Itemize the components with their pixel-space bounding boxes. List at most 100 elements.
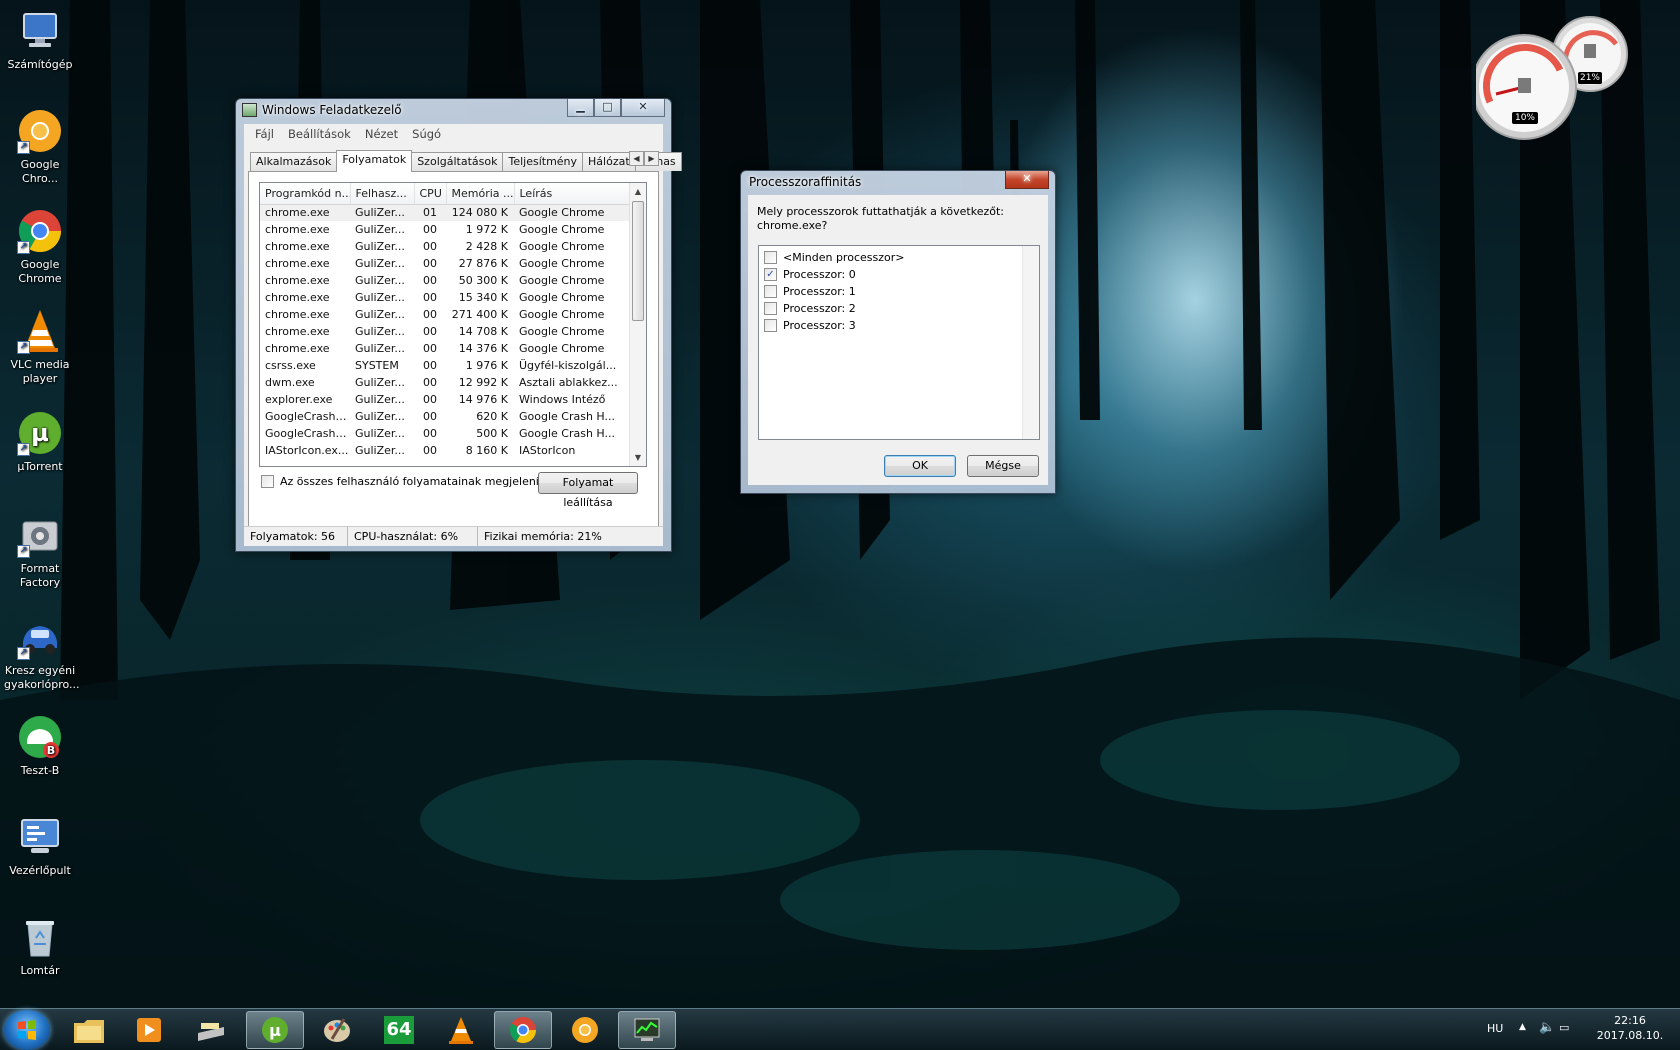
- processor-checkbox[interactable]: Processzor: 1: [759, 283, 1039, 300]
- checkbox-box[interactable]: [764, 285, 777, 298]
- column-header-image-name[interactable]: Programkód n...: [260, 183, 351, 205]
- checkbox-box[interactable]: [764, 251, 777, 264]
- desktop-icon-recycle-bin[interactable]: Lomtár: [4, 914, 76, 978]
- show-hidden-icons-icon[interactable]: ▲: [1519, 1022, 1526, 1032]
- clock[interactable]: 22:16 2017.08.10.: [1590, 1013, 1670, 1043]
- taskbar-chrome-canary[interactable]: [556, 1011, 614, 1049]
- menu-options[interactable]: Beállítások: [281, 124, 358, 144]
- table-row[interactable]: chrome.exe GuliZer... 00 27 876 K Google Chr…: [260, 255, 630, 272]
- taskbar-scanner[interactable]: [182, 1011, 240, 1049]
- table-row[interactable]: chrome.exe GuliZer... 01 124 080 K Google Ch…: [260, 204, 630, 221]
- cell-cpu: 00: [423, 223, 437, 236]
- affinity-titlebar[interactable]: Processzoraffinitás ✕: [741, 171, 1055, 195]
- cell-cpu: 00: [423, 274, 437, 287]
- dialog-close-button[interactable]: ✕: [1005, 171, 1049, 189]
- tab-performance[interactable]: Teljesítmény: [502, 152, 584, 171]
- media-player-icon: [137, 1018, 161, 1042]
- start-button[interactable]: [4, 1010, 50, 1050]
- cell-description: Google Chrome: [519, 257, 605, 270]
- column-header-memory[interactable]: Memória ...: [446, 183, 515, 205]
- desktop-icon-chrome[interactable]: ↗ Google Chrome: [4, 208, 76, 286]
- menu-help[interactable]: Súgó: [405, 124, 448, 144]
- desktop-icon-control-panel[interactable]: Vezérlőpult: [4, 814, 76, 878]
- scrollbar-thumb[interactable]: [632, 201, 644, 321]
- table-row[interactable]: dwm.exe GuliZer... 00 12 992 K Asztali ablak…: [260, 374, 630, 391]
- cell-description: IAStorIcon: [519, 444, 576, 457]
- ok-button[interactable]: OK: [884, 455, 956, 477]
- desktop-icon-vlc[interactable]: ↗ VLC media player: [4, 308, 76, 386]
- car-icon: ↗: [17, 614, 63, 660]
- all-processors-checkbox[interactable]: <Minden processzor>: [759, 249, 1039, 266]
- column-header-user[interactable]: Felhasz...: [350, 183, 415, 205]
- checkbox-box[interactable]: [764, 319, 777, 332]
- menu-view[interactable]: Nézet: [358, 124, 405, 144]
- desktop-icon-chrome-canary[interactable]: ↗ Google Chro...: [4, 108, 76, 186]
- table-row[interactable]: chrome.exe GuliZer... 00 2 428 K Google Chro…: [260, 238, 630, 255]
- checkbox-box[interactable]: [261, 475, 274, 488]
- desktop-icon-format-factory[interactable]: ↗ Format Factory: [4, 512, 76, 590]
- language-indicator[interactable]: HU: [1487, 1022, 1503, 1035]
- table-row[interactable]: chrome.exe GuliZer... 00 14 708 K Google Chr…: [260, 323, 630, 340]
- network-icon[interactable]: ▭: [1559, 1021, 1569, 1034]
- cell-description: Google Chrome: [519, 240, 605, 253]
- table-row[interactable]: explorer.exe GuliZer... 00 14 976 K Windows …: [260, 391, 630, 408]
- volume-icon[interactable]: 🔈: [1539, 1020, 1555, 1035]
- scroll-up-icon[interactable]: ▲: [630, 183, 646, 200]
- desktop-icon-kresz[interactable]: ↗ Kresz egyéni gyakorlópro...: [4, 614, 80, 692]
- desktop-icon-utorrent[interactable]: µ ↗ µTorrent: [4, 410, 76, 474]
- tab-applications[interactable]: Alkalmazások: [250, 152, 338, 171]
- table-row[interactable]: chrome.exe GuliZer... 00 15 340 K Google Chr…: [260, 289, 630, 306]
- taskbar-task-manager[interactable]: [618, 1011, 676, 1049]
- processor-affinity-dialog[interactable]: Processzoraffinitás ✕ Mely processzorok …: [740, 170, 1056, 494]
- desktop-icon-computer[interactable]: Számítógép: [4, 8, 76, 72]
- tab-processes[interactable]: Folyamatok: [336, 150, 413, 172]
- tab-scroll-right-icon[interactable]: ▶: [644, 151, 659, 166]
- table-row[interactable]: GoogleCrashH... GuliZer... 00 500 K Google C…: [260, 425, 630, 442]
- cpu-meter-gadget[interactable]: 10% 21%: [1471, 14, 1642, 144]
- maximize-button[interactable]: □: [594, 99, 621, 117]
- column-header-cpu[interactable]: CPU: [414, 183, 447, 205]
- table-row[interactable]: csrss.exe SYSTEM 00 1 976 K Ügyfél-kiszolgál…: [260, 357, 630, 374]
- processor-list[interactable]: <Minden processzor> ✓ Processzor: 0 Process…: [758, 245, 1040, 440]
- cell-memory: 27 876 K: [458, 257, 508, 270]
- taskbar-explorer[interactable]: [60, 1011, 118, 1049]
- task-manager-window[interactable]: Windows Feladatkezelő ▁ □ ✕ Fájl Beállít…: [235, 98, 682, 552]
- taskbar-media-player[interactable]: [120, 1011, 178, 1049]
- tab-container: Alkalmazások Folyamatok Szolgáltatások T…: [244, 144, 682, 532]
- taskbar-paint[interactable]: [308, 1011, 366, 1049]
- process-list-scrollbar[interactable]: ▲ ▼: [629, 183, 646, 466]
- table-row[interactable]: GoogleCrashH... GuliZer... 00 620 K Google C…: [260, 408, 630, 425]
- process-list[interactable]: Programkód n... Felhasz... CPU Memória .…: [259, 182, 647, 467]
- table-row[interactable]: chrome.exe GuliZer... 00 271 400 K Google Ch…: [260, 306, 630, 323]
- table-row[interactable]: IAStorIcon.ex... GuliZer... 00 8 160 K IASto…: [260, 442, 630, 459]
- table-row[interactable]: chrome.exe GuliZer... 00 50 300 K Google Chr…: [260, 272, 630, 289]
- taskbar-utorrent[interactable]: µ: [246, 1011, 304, 1049]
- menu-file[interactable]: Fájl: [248, 124, 281, 144]
- checkbox-box[interactable]: [764, 302, 777, 315]
- cancel-button[interactable]: Mégse: [967, 455, 1039, 477]
- tab-services[interactable]: Szolgáltatások: [411, 152, 504, 171]
- table-row[interactable]: chrome.exe GuliZer... 00 14 376 K Google Chr…: [260, 340, 630, 357]
- taskbar-chrome[interactable]: [494, 1011, 552, 1049]
- taskbar-vlc[interactable]: [432, 1011, 490, 1049]
- cell-description: Google Chrome: [514, 204, 630, 221]
- tab-networking[interactable]: Hálózat: [582, 152, 636, 171]
- scroll-down-icon[interactable]: ▼: [630, 449, 646, 466]
- tab-scroll-left-icon[interactable]: ◀: [629, 151, 644, 166]
- task-manager-titlebar[interactable]: Windows Feladatkezelő ▁ □ ✕: [236, 99, 671, 123]
- show-all-users-checkbox[interactable]: Az összes felhasználó folyamatainak megj…: [261, 475, 562, 488]
- close-button[interactable]: ✕: [621, 99, 665, 117]
- processor-checkbox[interactable]: Processzor: 3: [759, 317, 1039, 334]
- desktop-icon-teszt-b[interactable]: B Teszt-B: [4, 714, 76, 778]
- processor-checkbox[interactable]: Processzor: 2: [759, 300, 1039, 317]
- computer-icon: [17, 8, 63, 54]
- end-process-button[interactable]: Folyamat leállítása: [538, 472, 638, 509]
- processor-checkbox[interactable]: ✓ Processzor: 0: [759, 266, 1039, 283]
- processor-label: Processzor: 1: [783, 285, 856, 298]
- checkbox-box[interactable]: ✓: [764, 268, 777, 281]
- table-row[interactable]: chrome.exe GuliZer... 00 1 972 K Google Chro…: [260, 221, 630, 238]
- cell-cpu: 00: [423, 342, 437, 355]
- minimize-button[interactable]: ▁: [567, 99, 594, 117]
- taskbar-aida64[interactable]: 64: [370, 1011, 428, 1049]
- column-header-description[interactable]: Leírás: [514, 183, 631, 205]
